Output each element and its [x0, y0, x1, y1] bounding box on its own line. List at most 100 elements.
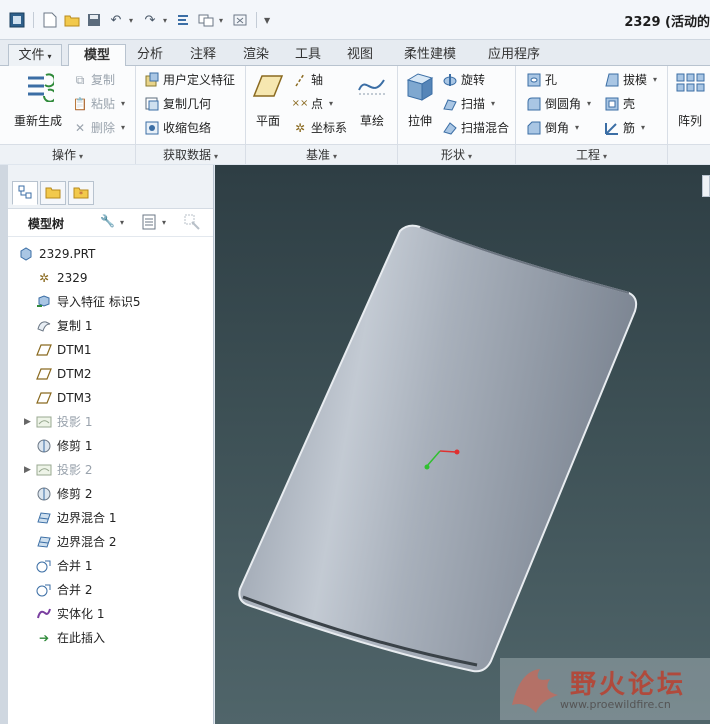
tree-root[interactable]: 2329.PRT: [8, 243, 95, 265]
show-icon[interactable]: [142, 214, 156, 233]
tab-annotate[interactable]: 注释: [180, 44, 226, 66]
tree-item[interactable]: ▶ 投影 1: [8, 411, 92, 433]
shell-button[interactable]: 壳: [604, 94, 635, 114]
group-label-shapes[interactable]: 形状 ▾: [398, 144, 515, 164]
favorites-tab[interactable]: *: [68, 181, 94, 205]
model-tree-tab[interactable]: [12, 181, 38, 205]
tab-tools[interactable]: 工具: [286, 44, 330, 66]
swept-blend-button[interactable]: 扫描混合: [442, 118, 509, 138]
folder-browser-tab[interactable]: [40, 181, 66, 205]
windows-icon[interactable]: [197, 11, 215, 29]
sketch-button[interactable]: 草绘: [354, 70, 390, 129]
group-label-operations[interactable]: 操作 ▾: [0, 144, 135, 164]
ribbon-tabs: 文件 ▾ 模型 分析 注释 渲染 工具 视图 柔性建模 应用程序: [0, 40, 710, 67]
tree-item[interactable]: DTM1: [8, 339, 92, 361]
curved-shell-part[interactable]: [238, 224, 638, 673]
expand-arrow-icon[interactable]: ▶: [24, 411, 31, 433]
tree-item[interactable]: 边界混合 1: [8, 507, 116, 529]
round-button[interactable]: 倒圆角 ▾: [526, 94, 591, 114]
shrinkwrap-button[interactable]: 收缩包络: [144, 118, 211, 138]
tab-render[interactable]: 渲染: [234, 44, 278, 66]
expand-arrow-icon[interactable]: ▶: [24, 459, 31, 481]
tree-item[interactable]: 修剪 1: [8, 435, 92, 457]
tree-item[interactable]: DTM3: [8, 387, 92, 409]
close-window-icon[interactable]: [231, 11, 249, 29]
redo-dropdown-icon[interactable]: ▾: [163, 16, 171, 25]
regenerate-button[interactable]: 重新生成: [10, 70, 66, 129]
window-icon[interactable]: [8, 11, 26, 29]
view-scroll-handle[interactable]: [702, 175, 710, 197]
customize-icon[interactable]: ▼: [264, 16, 272, 25]
plane-icon: [252, 70, 284, 102]
regenerate-icon[interactable]: [175, 11, 193, 29]
sweep-button[interactable]: 扫描 ▾: [442, 94, 495, 114]
redo-icon[interactable]: ↷: [141, 11, 159, 29]
new-icon[interactable]: [41, 11, 59, 29]
rib-button[interactable]: 筋 ▾: [604, 118, 645, 138]
tab-view[interactable]: 视图: [338, 44, 382, 66]
plane-button[interactable]: 平面: [250, 70, 286, 129]
model-tree-panel: * 模型树 🔧 ▾ ▾ 2329.PRT ✲ 2329 导入特征 标识5 复制 1 DTM…: [8, 165, 214, 724]
tab-applications[interactable]: 应用程序: [476, 44, 552, 66]
merge-icon: [36, 582, 52, 598]
chamfer-button[interactable]: 倒角 ▾: [526, 118, 579, 138]
tree-item[interactable]: 复制 1: [8, 315, 92, 337]
revolve-label: 旋转: [461, 73, 486, 87]
shrinkwrap-icon: [144, 120, 160, 136]
sketch-label: 草绘: [359, 114, 384, 128]
title-bar: ↶ ▾ ↷ ▾ ▾ ▼ 2329 (活动的: [0, 0, 710, 40]
draft-button[interactable]: 拔模 ▾: [604, 70, 657, 90]
tree-item[interactable]: ➔ 在此插入: [8, 627, 105, 649]
group-label-get-data[interactable]: 获取数据 ▾: [136, 144, 245, 164]
tree-item-label: 2329: [57, 271, 88, 285]
chevron-down-icon: ▾: [79, 152, 84, 161]
tree-item[interactable]: 修剪 2: [8, 483, 92, 505]
tree-item[interactable]: 合并 2: [8, 579, 92, 601]
tab-flexible-modeling[interactable]: 柔性建模: [392, 44, 468, 66]
filter-icon[interactable]: [184, 214, 200, 233]
tree-item[interactable]: 实体化 1: [8, 603, 104, 625]
graphics-viewport[interactable]: 野火论坛 www.proewildfire.cn: [215, 165, 710, 724]
group-datum: 平面 轴 ×× 点 ▾ ✲ 坐标系 草绘 基准 ▾: [246, 66, 398, 164]
tree-item[interactable]: 合并 1: [8, 555, 92, 577]
group-label-engineering[interactable]: 工程 ▾: [516, 144, 667, 164]
chevron-down-icon: ▾: [575, 123, 580, 132]
tree-item[interactable]: ✲ 2329: [8, 267, 88, 289]
tree-item[interactable]: DTM2: [8, 363, 92, 385]
save-icon[interactable]: [85, 11, 103, 29]
csys-button[interactable]: ✲ 坐标系: [292, 118, 347, 138]
chevron-down-icon[interactable]: ▾: [120, 218, 124, 227]
group-label-datum[interactable]: 基准 ▾: [246, 144, 397, 164]
tab-file[interactable]: 文件 ▾: [8, 44, 62, 66]
settings-icon[interactable]: 🔧: [100, 214, 115, 228]
copy-geometry-button[interactable]: 复制几何: [144, 94, 211, 114]
udf-button[interactable]: 用户定义特征: [144, 70, 235, 90]
chevron-down-icon[interactable]: ▾: [162, 218, 166, 227]
pattern-button[interactable]: 阵列: [672, 70, 708, 129]
open-icon[interactable]: [63, 11, 81, 29]
paste-button[interactable]: 📋 粘贴 ▾: [72, 94, 126, 114]
point-button[interactable]: ×× 点 ▾: [292, 94, 333, 114]
tree-item[interactable]: ▶ 投影 2: [8, 459, 92, 481]
hole-button[interactable]: 孔: [526, 70, 557, 90]
watermark-url: www.proewildfire.cn: [560, 698, 671, 711]
chamfer-icon: [526, 120, 542, 136]
undo-icon[interactable]: ↶: [107, 11, 125, 29]
tab-model[interactable]: 模型: [68, 44, 126, 67]
ribbon: 重新生成 ⧉ 复制 📋 粘贴 ▾ ✕ 删除 ▾ 操作 ▾ 用户定义特征 复制几何 收缩包络 …: [0, 66, 710, 164]
tab-analysis[interactable]: 分析: [128, 44, 172, 66]
tree-item[interactable]: 导入特征 标识5: [8, 291, 140, 313]
delete-button[interactable]: ✕ 删除 ▾: [72, 118, 125, 138]
copy-button[interactable]: ⧉ 复制: [72, 70, 115, 90]
navigator-tabs: *: [8, 165, 213, 209]
extrude-button[interactable]: 拉伸: [402, 70, 438, 129]
tree-item[interactable]: 边界混合 2: [8, 531, 116, 553]
windows-dropdown-icon[interactable]: ▾: [219, 16, 227, 25]
regenerate-icon: [22, 70, 54, 102]
axis-button[interactable]: 轴: [292, 70, 323, 90]
tree-item-label: 2329.PRT: [39, 247, 96, 261]
shrinkwrap-label: 收缩包络: [163, 121, 212, 135]
undo-dropdown-icon[interactable]: ▾: [129, 16, 137, 25]
revolve-button[interactable]: 旋转: [442, 70, 485, 90]
delete-label: 删除: [91, 121, 116, 135]
